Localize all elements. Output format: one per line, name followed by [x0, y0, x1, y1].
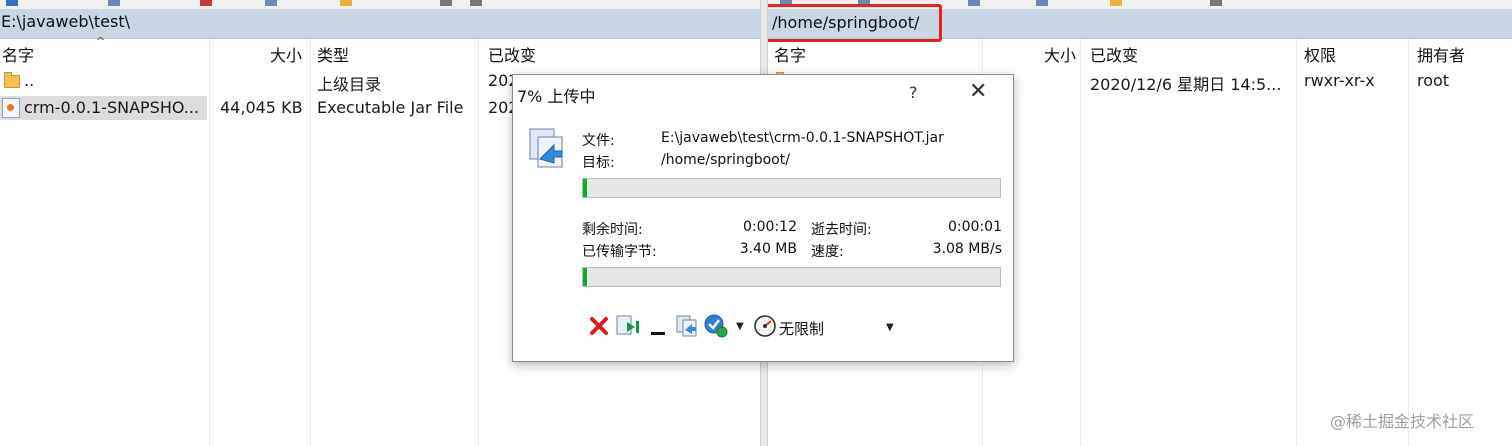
toolbar-icon[interactable] — [6, 0, 18, 6]
row-permissions: rwxr-xr-x — [1304, 71, 1375, 90]
total-progress-bar — [582, 267, 1001, 287]
parent-folder-icon — [4, 72, 20, 88]
copy-files-icon — [529, 128, 563, 168]
file-label: 文件: — [582, 133, 615, 149]
upload-progress-dialog: 7% 上传中 ? ✕ 文件: E:\javaweb\test\crm-0.0.1… — [512, 74, 1014, 362]
row-owner: root — [1417, 71, 1450, 90]
remaining-time-value: 0:00:12 — [743, 219, 797, 235]
transferred-value: 3.40 MB — [739, 241, 797, 257]
speed-value: 3.08 MB/s — [932, 241, 1002, 257]
toolbar-icon[interactable] — [968, 0, 980, 6]
column-separator[interactable] — [1408, 39, 1409, 446]
target-value: /home/springboot/ — [661, 152, 790, 168]
column-separator[interactable] — [1080, 39, 1081, 446]
done-action-icon[interactable] — [704, 313, 728, 339]
toolbar-icon[interactable] — [200, 0, 212, 6]
jar-file-icon — [2, 98, 20, 118]
row-type: 上级目录 — [317, 75, 382, 94]
speed-limit-dropdown-arrow[interactable]: ▼ — [886, 322, 894, 333]
toolbar-icon[interactable] — [1036, 0, 1048, 6]
minimize-icon[interactable] — [650, 313, 666, 339]
column-header-size[interactable]: 大小 — [1044, 42, 1076, 66]
column-header-name[interactable]: 名字 — [2, 42, 34, 66]
remaining-time-label: 剩余时间: — [582, 222, 643, 238]
file-progress-bar — [582, 178, 1001, 198]
speed-limit-label[interactable]: 无限制 — [779, 318, 824, 339]
column-header-permissions[interactable]: 权限 — [1304, 42, 1336, 66]
left-path-bar[interactable]: E:\javaweb\test\ — [0, 9, 760, 39]
toolbar-icon[interactable] — [340, 0, 352, 6]
row-modified: 2020/12/6 星期日 14:5... — [1090, 75, 1282, 94]
target-label: 目标: — [582, 155, 615, 171]
toolbar-icon[interactable] — [265, 0, 277, 6]
speed-label: 速度: — [811, 244, 844, 260]
transferred-label: 已传输字节: — [582, 244, 657, 260]
file-progress-fill — [583, 179, 588, 197]
elapsed-time-label: 逝去时间: — [811, 222, 872, 238]
column-separator[interactable] — [310, 39, 311, 446]
path-highlight-box — [762, 4, 942, 42]
transfer-queue-icon[interactable] — [615, 313, 641, 339]
row-size: 44,045 KB — [220, 98, 303, 117]
cancel-icon[interactable] — [588, 313, 610, 339]
dialog-title: 7% 上传中 — [517, 87, 596, 106]
column-header-modified[interactable]: 已改变 — [1090, 42, 1138, 66]
close-button[interactable]: ✕ — [969, 79, 987, 105]
column-header-modified[interactable]: 已改变 — [488, 42, 536, 66]
column-header-type[interactable]: 类型 — [317, 42, 349, 66]
row-type: Executable Jar File — [317, 98, 464, 117]
sort-arrow-icon: ^ — [96, 35, 106, 48]
column-separator[interactable] — [1296, 39, 1297, 446]
toolbar-icon[interactable] — [1110, 0, 1122, 6]
row-name: .. — [24, 71, 35, 90]
toolbar-icon[interactable] — [1210, 0, 1222, 6]
column-header-owner[interactable]: 拥有者 — [1417, 42, 1465, 66]
file-value: E:\javaweb\test\crm-0.0.1-SNAPSHOT.jar — [661, 130, 944, 146]
column-separator[interactable] — [478, 39, 479, 446]
left-path-text: E:\javaweb\test\ — [1, 12, 131, 31]
help-button[interactable]: ? — [909, 83, 918, 102]
total-progress-fill — [583, 268, 588, 286]
done-action-dropdown-arrow[interactable]: ▼ — [736, 321, 744, 332]
speed-limit-icon[interactable] — [753, 313, 777, 339]
background-icon[interactable] — [675, 313, 699, 339]
toolbar-icon[interactable] — [440, 0, 452, 6]
toolbar-icon[interactable] — [108, 0, 120, 6]
column-header-size[interactable]: 大小 — [270, 42, 302, 66]
row-name: crm-0.0.1-SNAPSHO... — [24, 98, 200, 117]
column-separator[interactable] — [209, 39, 210, 446]
elapsed-time-value: 0:00:01 — [948, 219, 1002, 235]
watermark: @稀土掘金技术社区 — [1330, 412, 1475, 431]
column-header-name[interactable]: 名字 — [774, 42, 806, 66]
toolbar-icon[interactable] — [470, 0, 482, 6]
